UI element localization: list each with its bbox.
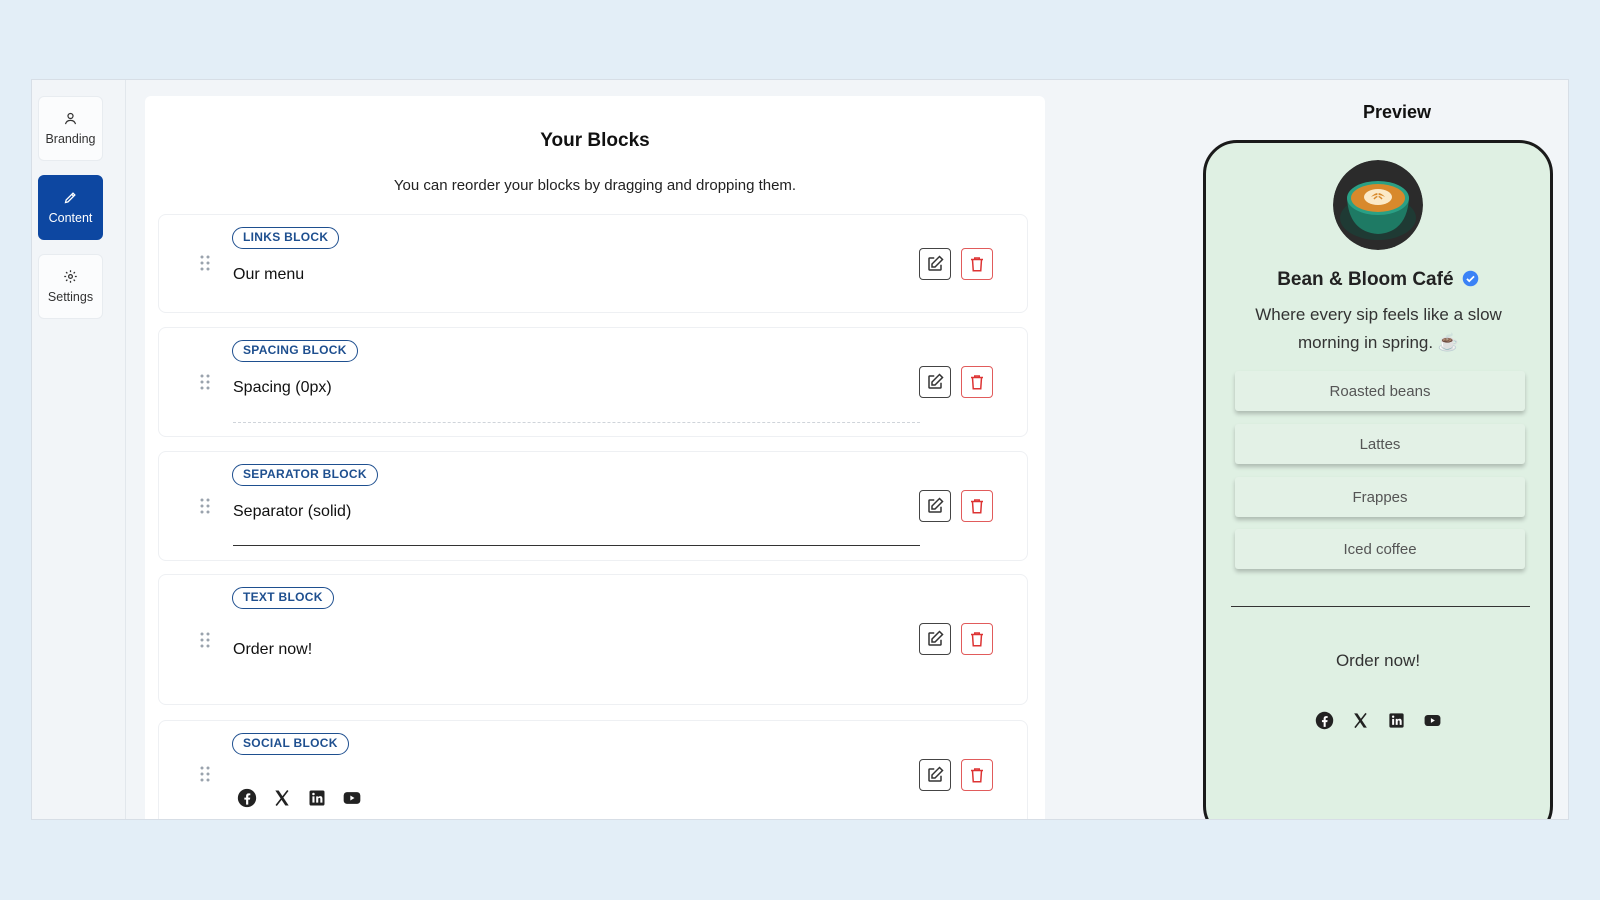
spacing-preview-line [233,422,920,423]
block-card-separator[interactable]: SEPARATOR BLOCK Separator (solid) [158,451,1028,561]
block-card-spacing[interactable]: SPACING BLOCK Spacing (0px) [158,327,1028,437]
block-card-links[interactable]: LINKS BLOCK Our menu [158,214,1028,313]
gear-icon [64,270,77,283]
sidebar-item-branding[interactable]: Branding [38,96,103,161]
profile-name: Bean & Bloom Café [1206,269,1550,291]
delete-button[interactable] [961,759,993,791]
edit-button[interactable] [919,490,951,522]
block-type-badge: SEPARATOR BLOCK [232,464,378,486]
preview-link-button[interactable]: Roasted beans [1235,371,1525,411]
profile-name-text: Bean & Bloom Café [1277,269,1454,290]
drag-handle-icon[interactable] [199,373,211,396]
delete-button[interactable] [961,490,993,522]
facebook-icon [237,788,257,808]
block-type-badge: TEXT BLOCK [232,587,334,609]
x-icon [275,789,289,807]
preview-link-button[interactable]: Frappes [1235,477,1525,517]
linkedin-icon [309,790,325,806]
drag-handle-icon[interactable] [199,631,211,654]
edit-icon [928,373,944,389]
blocks-panel: Your Blocks You can reorder your blocks … [145,96,1045,819]
delete-button[interactable] [961,248,993,280]
delete-button[interactable] [961,366,993,398]
youtube-icon [343,792,361,804]
social-icons-row [237,788,362,808]
sidebar-item-label: Settings [47,290,94,304]
block-title: Order now! [233,641,313,658]
avatar [1333,160,1423,250]
block-title: Separator (solid) [233,503,352,520]
edit-button[interactable] [919,248,951,280]
preview-text-block: Order now! [1335,651,1421,670]
sidebar-item-label: Branding [45,132,96,146]
edit-icon [928,630,944,646]
sidebar-item-content[interactable]: Content [38,175,103,240]
trash-icon [971,499,983,514]
drag-handle-icon[interactable] [199,254,211,277]
block-title: Our menu [233,266,305,283]
preview-title: Preview [1362,102,1432,122]
preview-separator [1231,606,1530,607]
sidebar: Branding Content Settings [32,80,126,819]
youtube-icon[interactable] [1423,711,1442,730]
user-icon [64,112,77,125]
panel-subtitle: You can reorder your blocks by dragging … [393,177,797,194]
delete-button[interactable] [961,623,993,655]
block-card-social[interactable]: SOCIAL BLOCK [158,720,1028,819]
panel-title: Your Blocks [540,130,650,151]
edit-button[interactable] [919,759,951,791]
separator-preview-line [233,545,920,546]
preview-link-button[interactable]: Iced coffee [1235,529,1525,569]
drag-handle-icon[interactable] [199,765,211,788]
edit-button[interactable] [919,366,951,398]
preview-social-row [1206,711,1550,730]
phone-preview: Bean & Bloom Café Where every sip feels … [1203,140,1553,819]
block-type-badge: SPACING BLOCK [232,340,358,362]
block-title: Spacing (0px) [233,379,332,396]
trash-icon [971,768,983,783]
preview-link-button[interactable]: Lattes [1235,424,1525,464]
trash-icon [971,257,983,272]
x-icon[interactable] [1351,711,1370,730]
linkedin-icon[interactable] [1387,711,1406,730]
edit-icon [928,497,944,513]
edit-button[interactable] [919,623,951,655]
app-window: Branding Content Settings Your Blocks Yo… [31,79,1569,820]
block-card-text[interactable]: TEXT BLOCK Order now! [158,574,1028,705]
edit-icon [928,255,944,271]
trash-icon [971,632,983,647]
trash-icon [971,375,983,390]
pencil-icon [64,192,76,204]
block-type-badge: LINKS BLOCK [232,227,340,249]
drag-handle-icon[interactable] [199,497,211,520]
facebook-icon[interactable] [1315,711,1334,730]
verified-badge-icon [1462,270,1479,287]
block-type-badge: SOCIAL BLOCK [232,733,349,755]
profile-bio: Where every sip feels like a slow mornin… [1255,305,1502,352]
sidebar-item-settings[interactable]: Settings [38,254,103,319]
edit-icon [928,766,944,782]
sidebar-item-label: Content [48,211,93,225]
